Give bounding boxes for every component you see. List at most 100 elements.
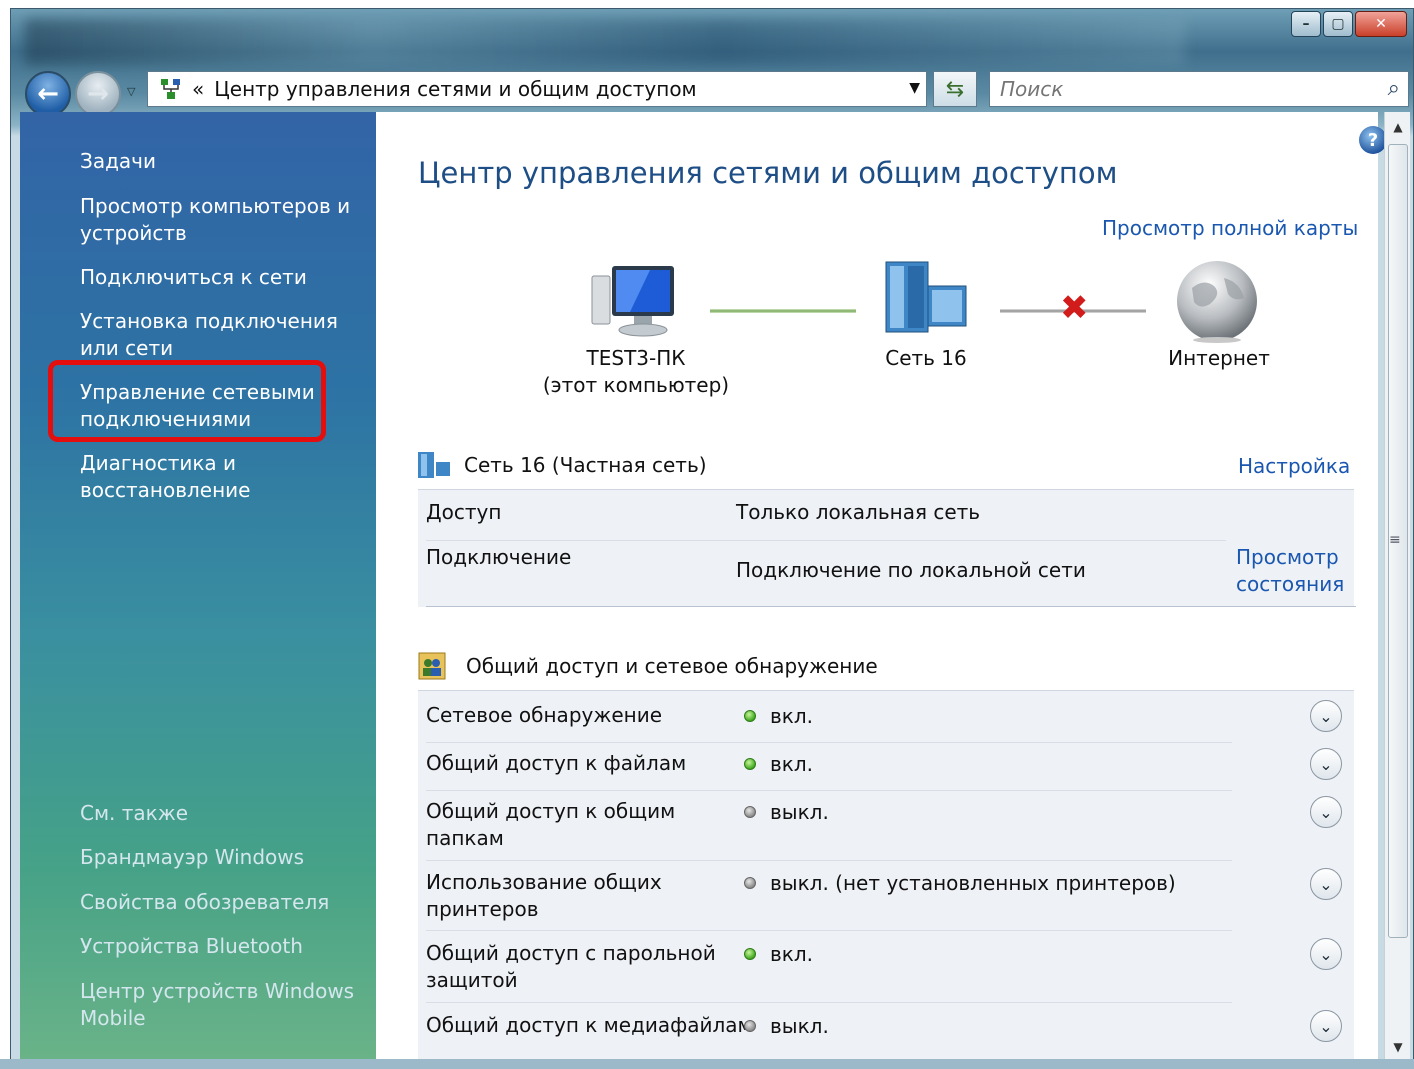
panel-bottom-border [426,606,1356,607]
search-input[interactable] [1000,77,1360,101]
row-divider [426,790,1232,791]
sharing-row-label: Использование общих принтеров [426,870,662,921]
search-icon[interactable]: ⌕ [1388,76,1400,101]
expand-button[interactable]: ⌄ [1310,700,1342,732]
sharing-row-label: Общий доступ к файлам [426,751,687,775]
breadcrumb-current[interactable]: Центр управления сетями и общим доступом [214,77,696,101]
view-full-map-link[interactable]: Просмотр полной карты [1102,216,1358,240]
connection-line-ok [710,309,856,313]
status-off-icon [744,806,756,818]
expand-button[interactable]: ⌄ [1310,748,1342,780]
expand-button[interactable]: ⌄ [1310,1010,1342,1042]
task-view-computers[interactable]: Просмотр компьютеров и устройств [80,193,370,247]
connection-label: Подключение [426,545,572,569]
link-windows-mobile-center[interactable]: Центр устройств Windows Mobile [80,978,360,1032]
minimize-button[interactable]: – [1291,11,1321,37]
network-icon[interactable] [882,260,970,338]
status-text: выкл. [770,1014,829,1038]
scroll-down-icon[interactable]: ▼ [1385,1040,1411,1054]
chevron-down-icon: ⌄ [1319,874,1333,894]
sharing-row-status: выкл. [744,800,829,824]
back-button[interactable]: ← [25,71,71,117]
computer-subtitle: (этот компьютер) [542,373,730,397]
status-off-icon [744,1020,756,1032]
status-on-icon [744,710,756,722]
window-controls: – ▢ ✕ [1289,11,1407,37]
computer-name: TEST3-ПК [586,346,686,370]
row-divider [426,860,1232,861]
internet-globe-icon[interactable] [1174,258,1260,344]
view-status-link[interactable]: Просмотр состояния [1236,544,1356,598]
status-text: вкл. [770,942,814,966]
expand-button[interactable]: ⌄ [1310,938,1342,970]
see-also-heading: См. также [80,801,189,825]
sharing-row-status: выкл. [744,1014,829,1038]
sharing-row-status: вкл. [744,704,813,728]
network-section-title: Сеть 16 (Частная сеть) [416,450,707,480]
network-small-icon [416,450,456,480]
sharing-row-label: Общий доступ к общим папкам [426,799,676,850]
sharing-row-label: Сетевое обнаружение [426,703,663,727]
computer-icon[interactable] [590,262,680,342]
chevron-down-icon: ⌄ [1319,802,1333,822]
highlight-frame [48,360,326,442]
link-internet-options[interactable]: Свойства обозревателя [80,889,329,916]
recent-pages-dropdown[interactable]: ▽ [127,85,135,98]
window-bottom-border [0,1059,1414,1069]
arrow-right-icon: → [87,79,109,109]
page-title: Центр управления сетями и общим доступом [418,156,1118,190]
network-center-icon [158,76,184,102]
status-on-icon [744,948,756,960]
access-value: Только локальная сеть [736,500,981,524]
vertical-scrollbar[interactable]: ▲ ≡ ▼ [1384,112,1410,1059]
status-off-icon [744,877,756,889]
sharing-icon [418,652,446,680]
status-text: выкл. (нет установленных принтеров) [770,871,1176,895]
refresh-icon: ⇆ [945,76,965,102]
help-icon[interactable]: ? [1359,126,1387,154]
internet-label: Интернет [1168,346,1270,370]
sharing-row-label: Общий доступ с парольной защитой [426,941,716,992]
status-text: вкл. [770,704,814,728]
sharing-row-status: вкл. [744,752,813,776]
row-divider [426,742,1232,743]
scroll-up-icon[interactable]: ▲ [1385,120,1411,134]
title-bar [25,19,1185,65]
sharing-section-title: Общий доступ и сетевое обнаружение [418,652,878,680]
refresh-button[interactable]: ⇆ [933,71,977,107]
network-title-text: Сеть 16 (Частная сеть) [464,453,707,477]
expand-button[interactable]: ⌄ [1310,868,1342,900]
address-bar[interactable]: « Центр управления сетями и общим доступ… [147,71,927,107]
task-setup-connection[interactable]: Установка подключения или сети [80,308,380,362]
close-button[interactable]: ✕ [1355,11,1407,37]
link-windows-firewall[interactable]: Брандмауэр Windows [80,844,304,871]
breadcrumb-overflow-icon[interactable]: « [192,77,204,101]
address-dropdown-icon[interactable]: ▼ [909,80,920,96]
chevron-down-icon: ⌄ [1319,706,1333,726]
sharing-row-label: Общий доступ к медиафайлам [426,1013,753,1037]
scroll-grip-icon: ≡ [1389,532,1401,548]
row-divider [426,930,1232,931]
disconnected-x-icon: ✖ [1060,288,1089,328]
access-label: Доступ [426,500,502,524]
sharing-row-status: вкл. [744,942,813,966]
customize-link[interactable]: Настройка [1238,454,1350,478]
chevron-down-icon: ⌄ [1319,754,1333,774]
row-divider [426,1002,1232,1003]
search-box[interactable]: ⌕ [989,71,1409,107]
status-text: вкл. [770,752,814,776]
tasks-heading: Задачи [80,149,156,173]
forward-button[interactable]: → [75,71,121,117]
link-bluetooth-devices[interactable]: Устройства Bluetooth [80,933,303,960]
expand-button[interactable]: ⌄ [1310,796,1342,828]
chevron-down-icon: ⌄ [1319,944,1333,964]
sharing-title-text: Общий доступ и сетевое обнаружение [466,654,878,678]
row-divider [426,540,1226,541]
maximize-button[interactable]: ▢ [1323,11,1353,37]
chevron-down-icon: ⌄ [1319,1016,1333,1036]
task-diagnose-repair[interactable]: Диагностика и восстановление [80,450,300,504]
sharing-row-status: выкл. (нет установленных принтеров) [744,871,1176,895]
task-connect-to-network[interactable]: Подключиться к сети [80,264,307,291]
main-content: ? Центр управления сетями и общим доступ… [376,112,1387,1059]
connection-value: Подключение по локальной сети [736,558,1086,582]
